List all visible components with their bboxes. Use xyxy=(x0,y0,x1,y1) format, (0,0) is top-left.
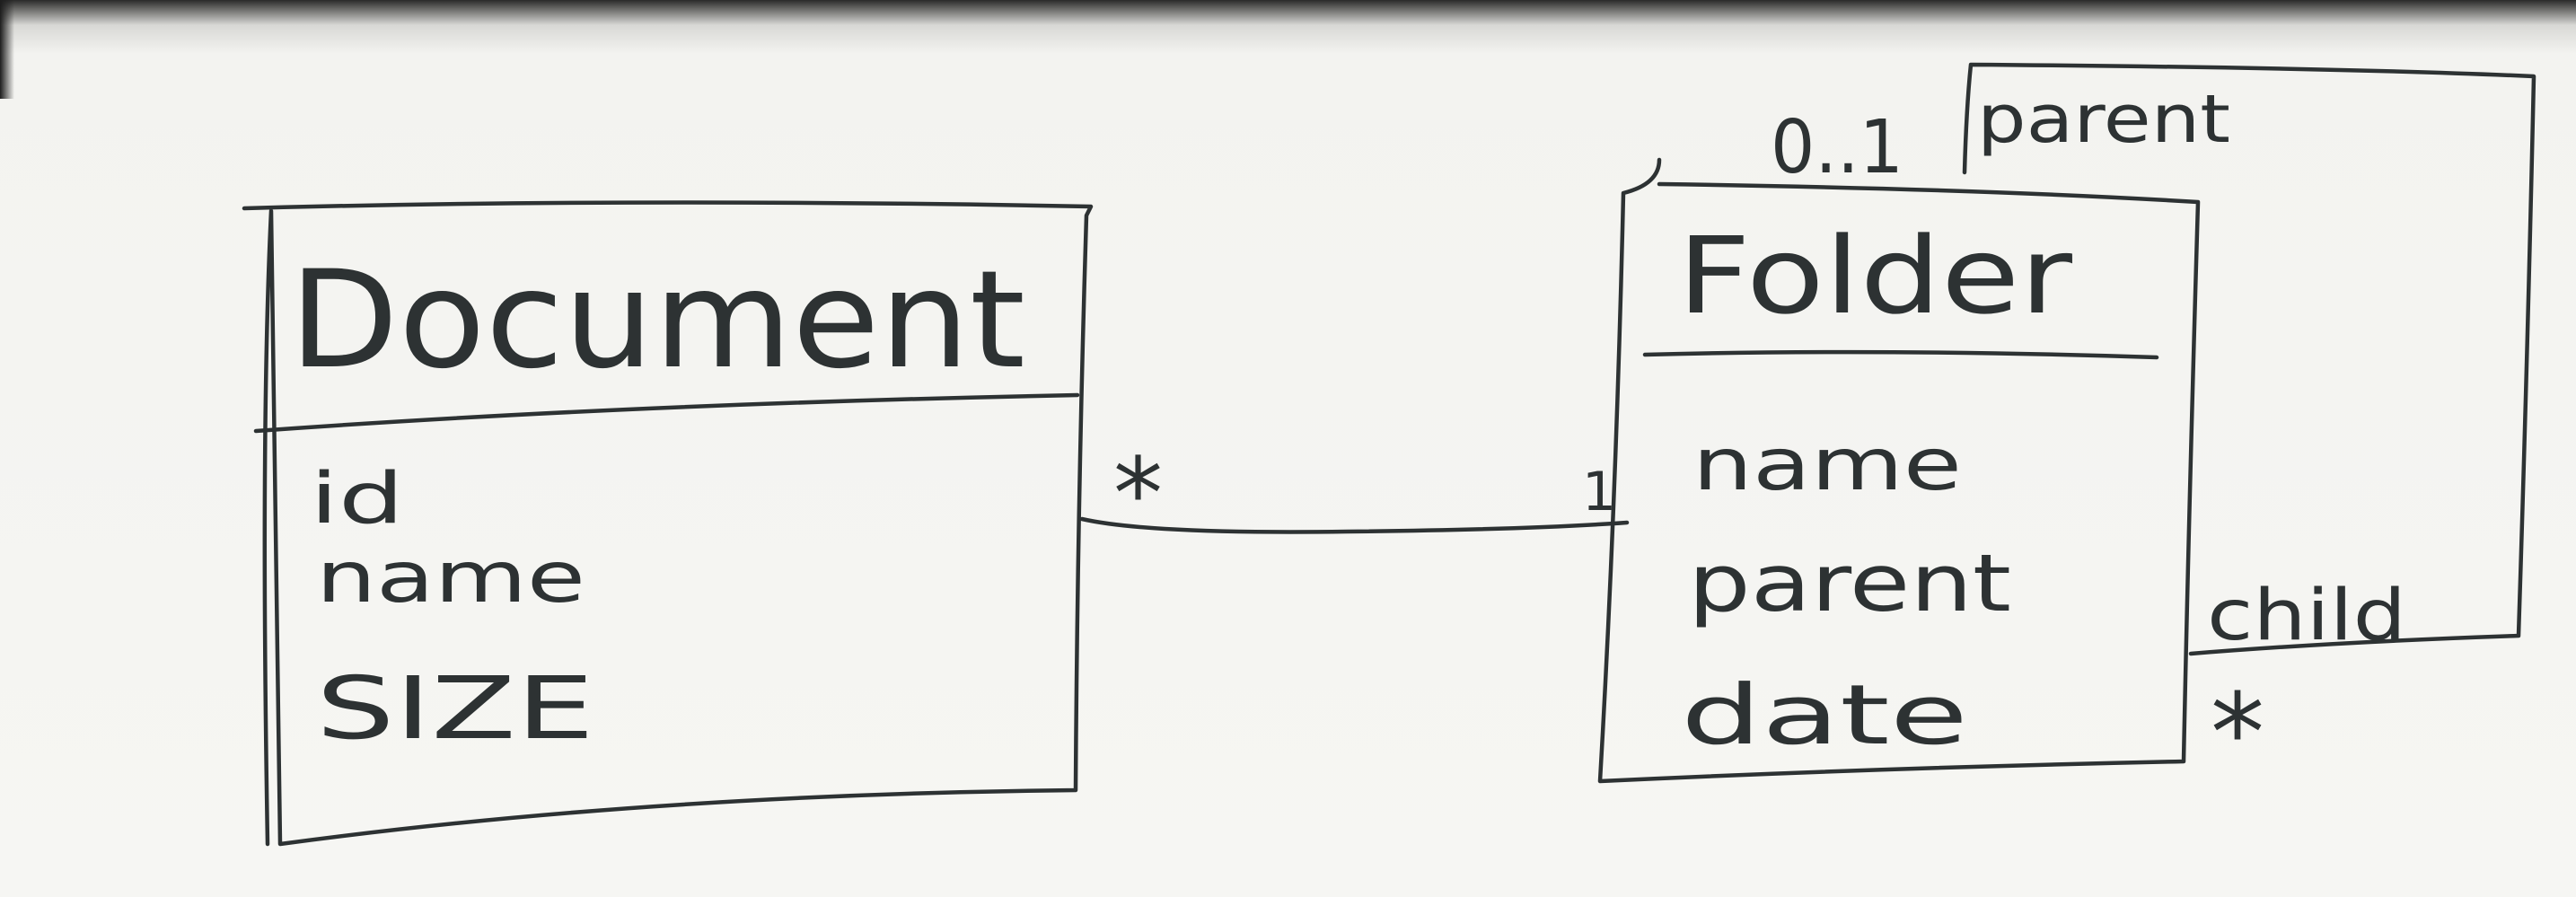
folder-attribute-parent: parent xyxy=(1688,537,2011,629)
folder-class-title: Folder xyxy=(1677,214,2073,338)
document-attribute-size: SIZE xyxy=(316,658,594,759)
uml-class-diagram: Document id name SIZE * 1 Folder name pa… xyxy=(242,62,2536,847)
document-attribute-id: id xyxy=(310,459,404,540)
document-folder-association: * 1 xyxy=(1079,436,1630,551)
parent-multiplicity: 0..1 xyxy=(1771,105,1903,190)
document-attribute-name: name xyxy=(316,538,585,619)
document-class: Document id name SIZE xyxy=(242,200,1094,847)
association-line xyxy=(1079,516,1630,534)
folder-attribute-date: date xyxy=(1681,667,1968,763)
parent-role: parent xyxy=(1977,81,2230,158)
folder-class-divider xyxy=(1642,349,2159,360)
folder-attribute-name: name xyxy=(1692,423,1962,506)
document-multiplicity: * xyxy=(1113,436,1163,551)
document-class-title: Document xyxy=(289,242,1025,399)
child-role: child xyxy=(2207,576,2406,656)
document-class-divider xyxy=(253,392,1080,434)
child-multiplicity: * xyxy=(2211,672,2264,796)
folder-class: Folder name parent date xyxy=(1597,157,2201,784)
